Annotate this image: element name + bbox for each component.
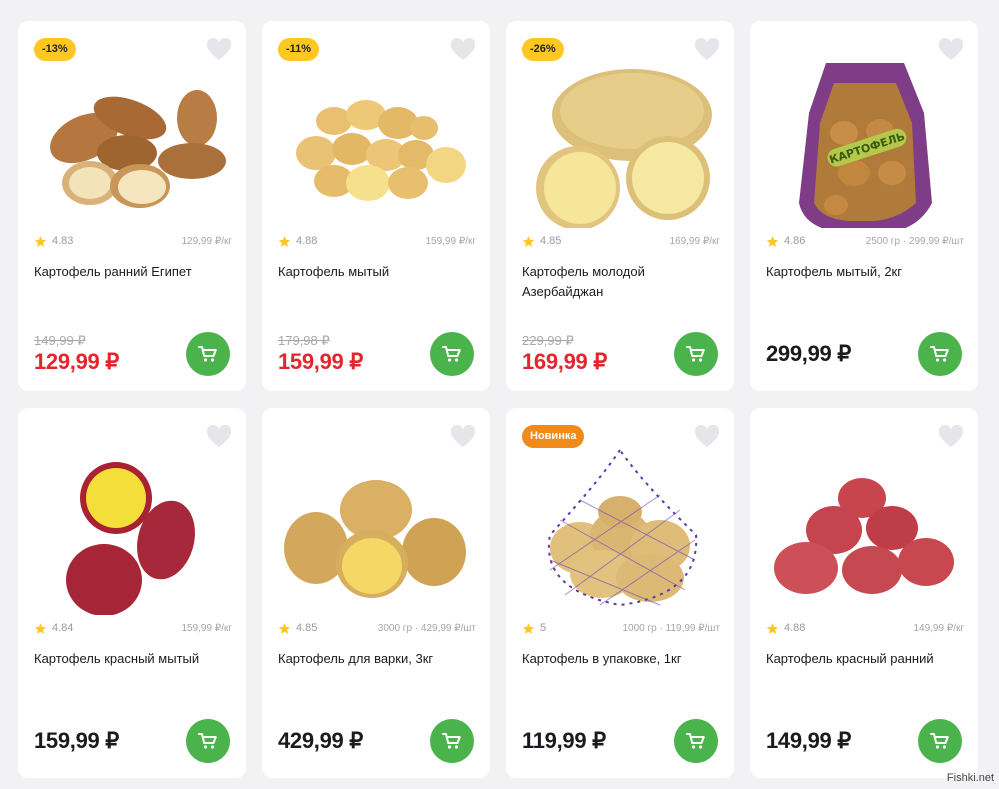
product-card[interactable]: -11% 4.88 159,99 ₽/кг Картофель мытый 17… [262, 21, 490, 391]
add-to-cart-button[interactable] [430, 332, 474, 376]
cart-icon [930, 346, 949, 362]
product-card[interactable]: Новинка 5 1000 гр · 119,99 ₽/шт Картофел… [506, 408, 734, 778]
unit-price: 129,99 ₽/кг [181, 235, 232, 247]
price: 299,99 ₽ [766, 341, 851, 366]
price: 159,99 ₽ [278, 349, 363, 374]
rating-value: 4.85 [540, 235, 562, 247]
price: 149,99 ₽ [766, 728, 851, 753]
star-icon [522, 622, 535, 634]
product-card[interactable]: 4.85 3000 гр · 429,99 ₽/шт Картофель для… [262, 408, 490, 778]
unit-price: 1000 гр · 119,99 ₽/шт [622, 622, 721, 634]
price: 169,99 ₽ [522, 349, 607, 374]
product-image[interactable] [520, 53, 720, 228]
rating: 4.88 [766, 622, 805, 635]
product-name[interactable]: Картофель ранний Египет [34, 262, 234, 282]
product-meta: 4.85 169,99 ₽/кг [522, 234, 720, 248]
old-price: 229,99 ₽ [522, 333, 574, 348]
cart-icon [930, 733, 949, 749]
unit-price: 2500 гр · 299,99 ₽/шт [865, 235, 964, 247]
cart-icon [442, 733, 461, 749]
watermark: Fishki.net [946, 772, 994, 784]
rating-value: 5 [540, 622, 547, 634]
add-to-cart-button[interactable] [674, 332, 718, 376]
price: 119,99 ₽ [522, 728, 606, 753]
product-name[interactable]: Картофель в упаковке, 1кг [522, 649, 722, 669]
rating: 4.84 [34, 622, 73, 635]
star-icon [522, 235, 535, 247]
product-image[interactable] [520, 440, 720, 615]
product-card[interactable]: -13% 4.83 129,99 ₽/кг Картофель ранний Е… [18, 21, 246, 391]
product-image[interactable] [276, 53, 476, 228]
rating: 4.83 [34, 235, 73, 248]
price: 429,99 ₽ [278, 728, 363, 753]
rating: 4.85 [278, 622, 317, 635]
product-name[interactable]: Картофель молодой Азербайджан [522, 262, 722, 302]
product-card[interactable]: 4.84 159,99 ₽/кг Картофель красный мытый… [18, 408, 246, 778]
add-to-cart-button[interactable] [918, 332, 962, 376]
product-name[interactable]: Картофель красный ранний [766, 649, 966, 669]
product-name[interactable]: Картофель для варки, 3кг [278, 649, 478, 669]
add-to-cart-button[interactable] [186, 719, 230, 763]
unit-price: 169,99 ₽/кг [669, 235, 720, 247]
rating-value: 4.85 [296, 622, 318, 634]
unit-price: 159,99 ₽/кг [181, 622, 232, 634]
product-image[interactable] [764, 440, 964, 615]
cart-icon [442, 346, 461, 362]
add-to-cart-button[interactable] [186, 332, 230, 376]
product-name[interactable]: Картофель мытый, 2кг [766, 262, 966, 282]
rating-value: 4.88 [296, 235, 318, 247]
add-to-cart-button[interactable] [674, 719, 718, 763]
rating-value: 4.83 [52, 235, 74, 247]
add-to-cart-button[interactable] [430, 719, 474, 763]
product-meta: 4.88 159,99 ₽/кг [278, 234, 476, 248]
rating: 4.88 [278, 235, 317, 248]
product-meta: 5 1000 гр · 119,99 ₽/шт [522, 621, 720, 635]
product-meta: 4.85 3000 гр · 429,99 ₽/шт [278, 621, 476, 635]
product-card[interactable]: -26% 4.85 169,99 ₽/кг Картофель молодой … [506, 21, 734, 391]
rating-value: 4.86 [784, 235, 806, 247]
product-meta: 4.84 159,99 ₽/кг [34, 621, 232, 635]
product-meta: 4.83 129,99 ₽/кг [34, 234, 232, 248]
product-image[interactable] [276, 440, 476, 615]
product-image[interactable] [32, 440, 232, 615]
star-icon [766, 235, 779, 247]
cart-icon [686, 346, 705, 362]
cart-icon [198, 733, 217, 749]
old-price: 179,98 ₽ [278, 333, 330, 348]
rating: 5 [522, 622, 546, 635]
price: 129,99 ₽ [34, 349, 119, 374]
unit-price: 3000 гр · 429,99 ₽/шт [377, 622, 476, 634]
product-grid: -13% 4.83 129,99 ₽/кг Картофель ранний Е… [18, 21, 978, 778]
star-icon [278, 235, 291, 247]
star-icon [766, 622, 779, 634]
unit-price: 149,99 ₽/кг [913, 622, 964, 634]
rating: 4.86 [766, 235, 805, 248]
price: 159,99 ₽ [34, 728, 119, 753]
cart-icon [198, 346, 217, 362]
star-icon [278, 622, 291, 634]
star-icon [34, 235, 47, 247]
rating-value: 4.88 [784, 622, 806, 634]
product-image[interactable]: КАРТОФЕЛЬ [764, 53, 964, 228]
product-name[interactable]: Картофель красный мытый [34, 649, 234, 669]
rating: 4.85 [522, 235, 561, 248]
product-meta: 4.88 149,99 ₽/кг [766, 621, 964, 635]
product-image[interactable] [32, 53, 232, 228]
product-name[interactable]: Картофель мытый [278, 262, 478, 282]
product-meta: 4.86 2500 гр · 299,99 ₽/шт [766, 234, 964, 248]
old-price: 149,99 ₽ [34, 333, 86, 348]
product-card[interactable]: КАРТОФЕЛЬ 4.86 2500 гр · 299,99 ₽/шт Кар… [750, 21, 978, 391]
product-card[interactable]: 4.88 149,99 ₽/кг Картофель красный ранни… [750, 408, 978, 778]
add-to-cart-button[interactable] [918, 719, 962, 763]
cart-icon [686, 733, 705, 749]
unit-price: 159,99 ₽/кг [425, 235, 476, 247]
rating-value: 4.84 [52, 622, 74, 634]
star-icon [34, 622, 47, 634]
